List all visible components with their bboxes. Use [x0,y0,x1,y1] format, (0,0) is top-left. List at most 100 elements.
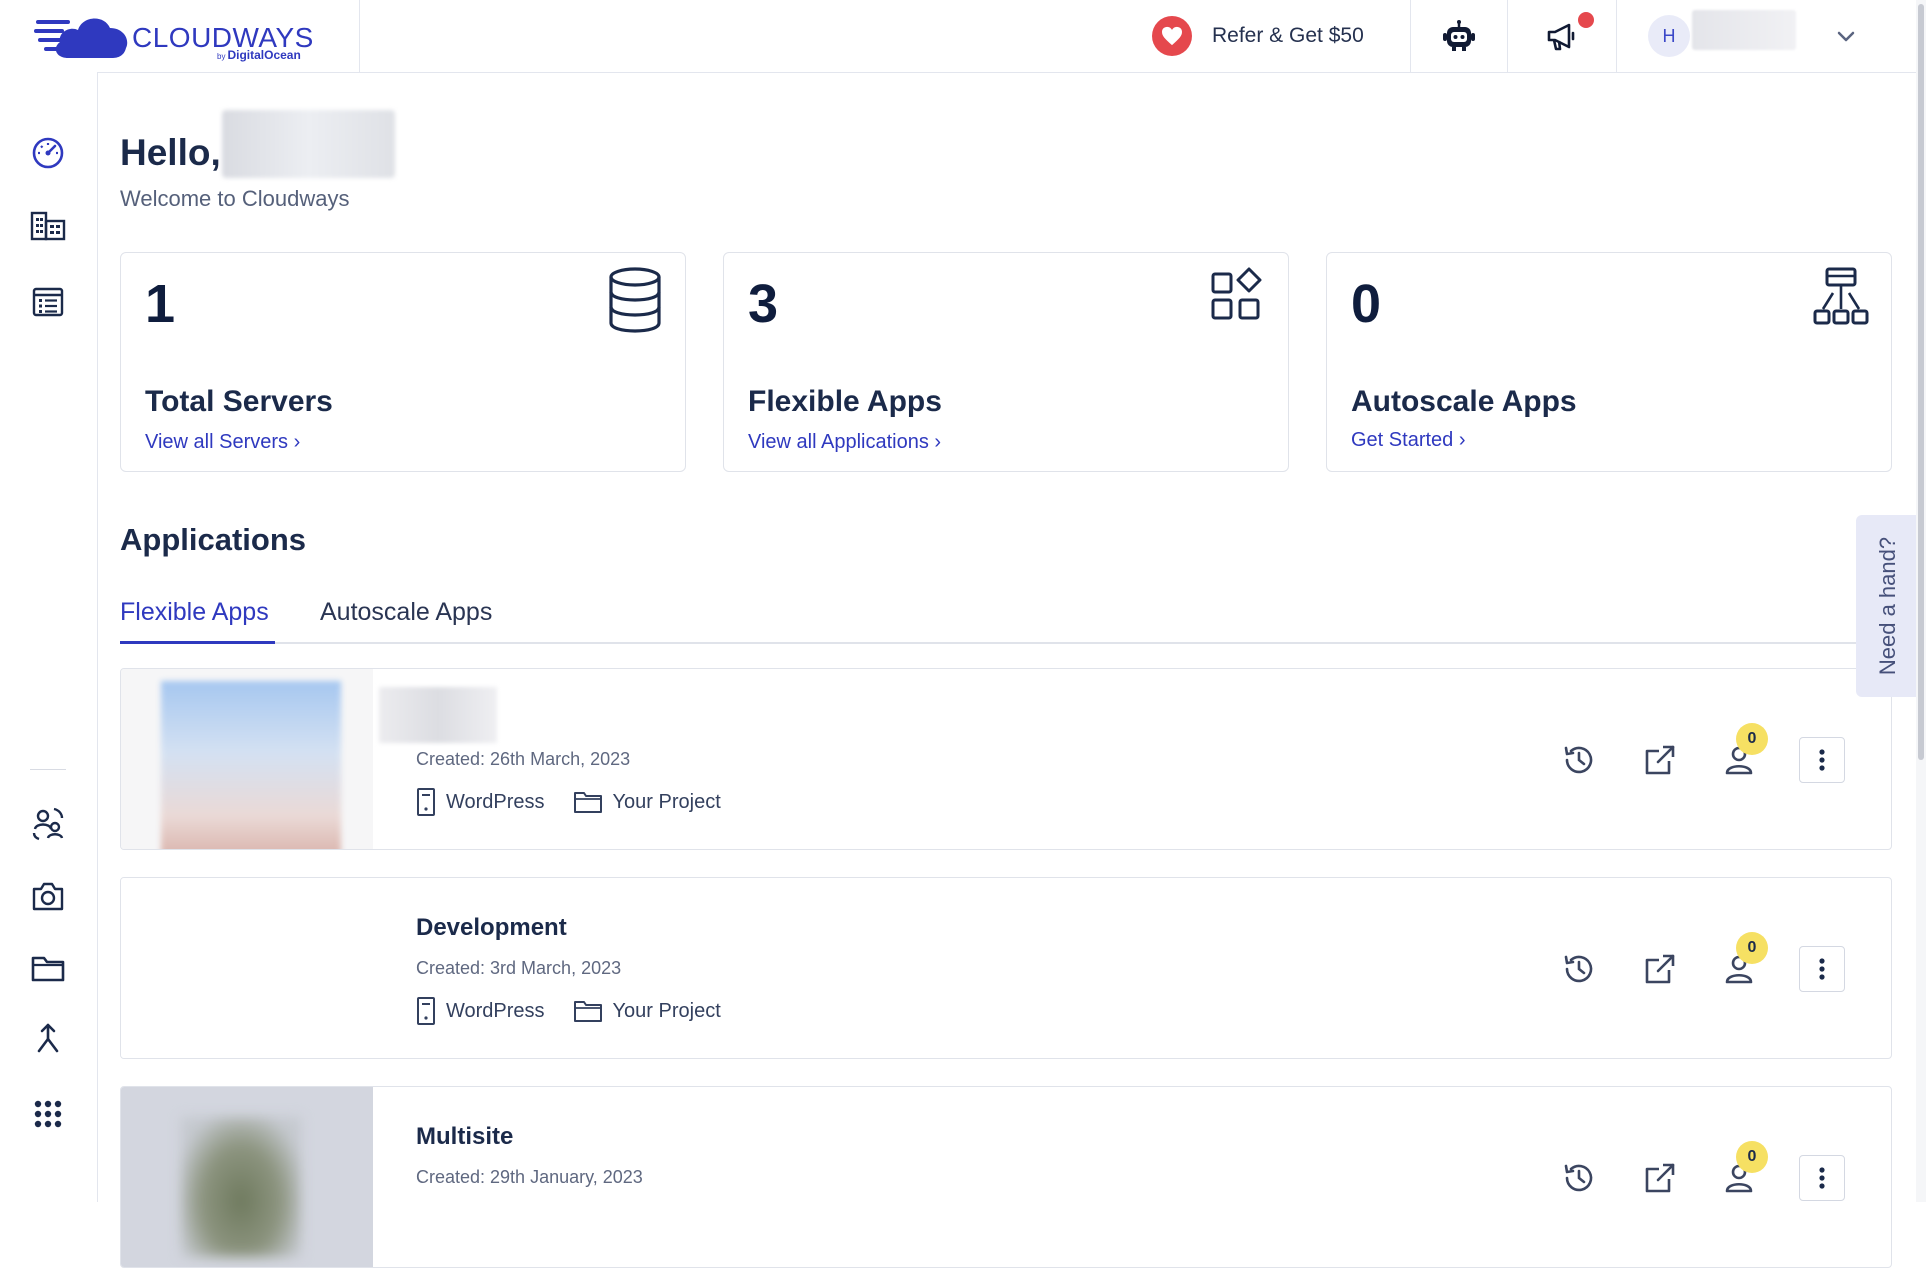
refer-label: Refer & Get $50 [1212,24,1364,47]
app-card[interactable]: Created: 26th March, 2023 WordPress Your… [120,668,1892,850]
stat-card-autoscale-apps: 0 Autoscale Apps Get Started › [1326,252,1892,472]
ai-assistant-button[interactable] [1411,0,1507,72]
sidebar-item-more[interactable] [24,1090,72,1138]
sidebar-item-servers[interactable] [24,202,72,250]
app-name[interactable]: Development [416,914,567,942]
user-name-redacted [222,110,395,178]
database-icon [607,267,663,338]
heart-icon [1152,16,1192,56]
stat-card-flexible-apps: 3 Flexible Apps View all Applications › [723,252,1289,472]
sidebar-item-add-ons[interactable] [24,872,72,920]
stat-title: Total Servers [145,385,333,418]
stat-count: 1 [145,274,176,334]
user-name-redacted [1692,10,1796,50]
folder-icon [573,792,602,813]
stat-title: Autoscale Apps [1351,385,1577,418]
open-app-button[interactable] [1637,1155,1683,1201]
app-type: WordPress [416,787,545,817]
app-project: Your Project [573,790,721,814]
scrollbar-thumb[interactable] [1918,4,1924,760]
history-button[interactable] [1556,1155,1602,1201]
app-thumbnail [121,1087,373,1267]
avatar[interactable]: H [1648,15,1690,57]
sidebar-item-dashboard[interactable] [24,129,72,177]
app-project: Your Project [573,999,721,1023]
folder-icon [573,1001,602,1022]
apps-icon [1210,267,1266,328]
more-options-button[interactable] [1799,737,1845,783]
collaborators-button[interactable]: 0 [1716,932,1768,992]
buildings-icon [30,211,66,241]
history-button[interactable] [1556,737,1602,783]
logo-sub-text: DigitalOcean [227,48,301,62]
app-project-label: Your Project [612,790,721,813]
server-icon [417,788,435,816]
greeting-heading: Hello, [120,132,221,173]
open-app-button[interactable] [1637,737,1683,783]
more-options-button[interactable] [1799,946,1845,992]
logo-sub: by DigitalOcean [217,48,301,62]
grid-icon [34,1100,62,1128]
external-link-icon [1645,745,1675,775]
app-thumbnail [121,669,373,849]
history-button[interactable] [1556,946,1602,992]
top-bar: CLOUDWAYS by DigitalOcean Refer & Get $50 [0,0,1926,73]
app-type-label: WordPress [446,790,545,813]
cloud-logo-icon [34,18,128,58]
stat-count: 0 [1351,274,1382,334]
external-link-icon [1645,954,1675,984]
announcements-button[interactable] [1508,0,1616,72]
need-help-label: Need a hand? [1875,536,1900,676]
page-scrollbar[interactable] [1916,0,1926,1202]
app-card[interactable]: Development Created: 3rd March, 2023 Wor… [120,877,1892,1059]
more-options-button[interactable] [1799,1155,1845,1201]
refer-button[interactable]: Refer & Get $50 [1152,16,1364,56]
logo-divider [359,0,360,72]
open-app-button[interactable] [1637,946,1683,992]
kebab-menu-icon [1819,749,1825,771]
app-type: WordPress [416,996,545,1026]
get-started-link[interactable]: Get Started › [1351,429,1466,452]
megaphone-icon [1547,23,1575,51]
app-project-label: Your Project [612,999,721,1022]
collaborators-button[interactable]: 0 [1716,1141,1768,1201]
app-type-label: WordPress [446,999,545,1022]
stat-card-servers: 1 Total Servers View all Servers › [120,252,686,472]
speedometer-icon [32,137,64,169]
sidebar-item-projects[interactable] [24,944,72,992]
applications-tabs: Flexible Apps Autoscale Apps [120,590,1860,644]
sidebar-item-migrations[interactable] [24,1016,72,1064]
sidebar-item-team[interactable] [24,799,72,847]
app-name[interactable]: Multisite [416,1123,513,1151]
app-name-redacted [379,687,497,743]
app-thumbnail [121,878,373,1058]
view-all-servers-link[interactable]: View all Servers › [145,431,300,454]
sidebar-divider [30,769,66,770]
need-help-tab[interactable]: Need a hand? [1856,515,1920,697]
notification-dot [1578,12,1594,28]
stat-title: Flexible Apps [748,385,942,418]
sidebar [0,72,98,1202]
merge-icon [37,1023,59,1053]
sidebar-item-applications[interactable] [24,278,72,326]
server-icon [417,997,435,1025]
app-created-date: Created: 3rd March, 2023 [416,958,622,978]
app-created-date: Created: 26th March, 2023 [416,749,631,769]
robot-icon [1443,20,1475,51]
tab-flexible-apps[interactable]: Flexible Apps [120,598,269,627]
collaborator-count-badge: 0 [1736,723,1768,755]
logo-by: by [217,52,226,61]
hierarchy-icon [1813,267,1869,332]
tab-autoscale-apps[interactable]: Autoscale Apps [320,598,492,627]
history-icon [1564,955,1593,983]
kebab-menu-icon [1819,958,1825,980]
cloudways-logo[interactable]: CLOUDWAYS by DigitalOcean [34,10,334,64]
chevron-down-icon[interactable] [1832,22,1860,55]
view-all-applications-link[interactable]: View all Applications › [748,431,941,454]
list-icon [32,287,64,317]
folder-icon [31,956,65,982]
app-meta: WordPress Your Project [416,996,749,1026]
app-card[interactable]: Multisite Created: 29th January, 2023 0 [120,1086,1892,1268]
collaborators-button[interactable]: 0 [1716,723,1768,783]
history-icon [1564,746,1593,774]
